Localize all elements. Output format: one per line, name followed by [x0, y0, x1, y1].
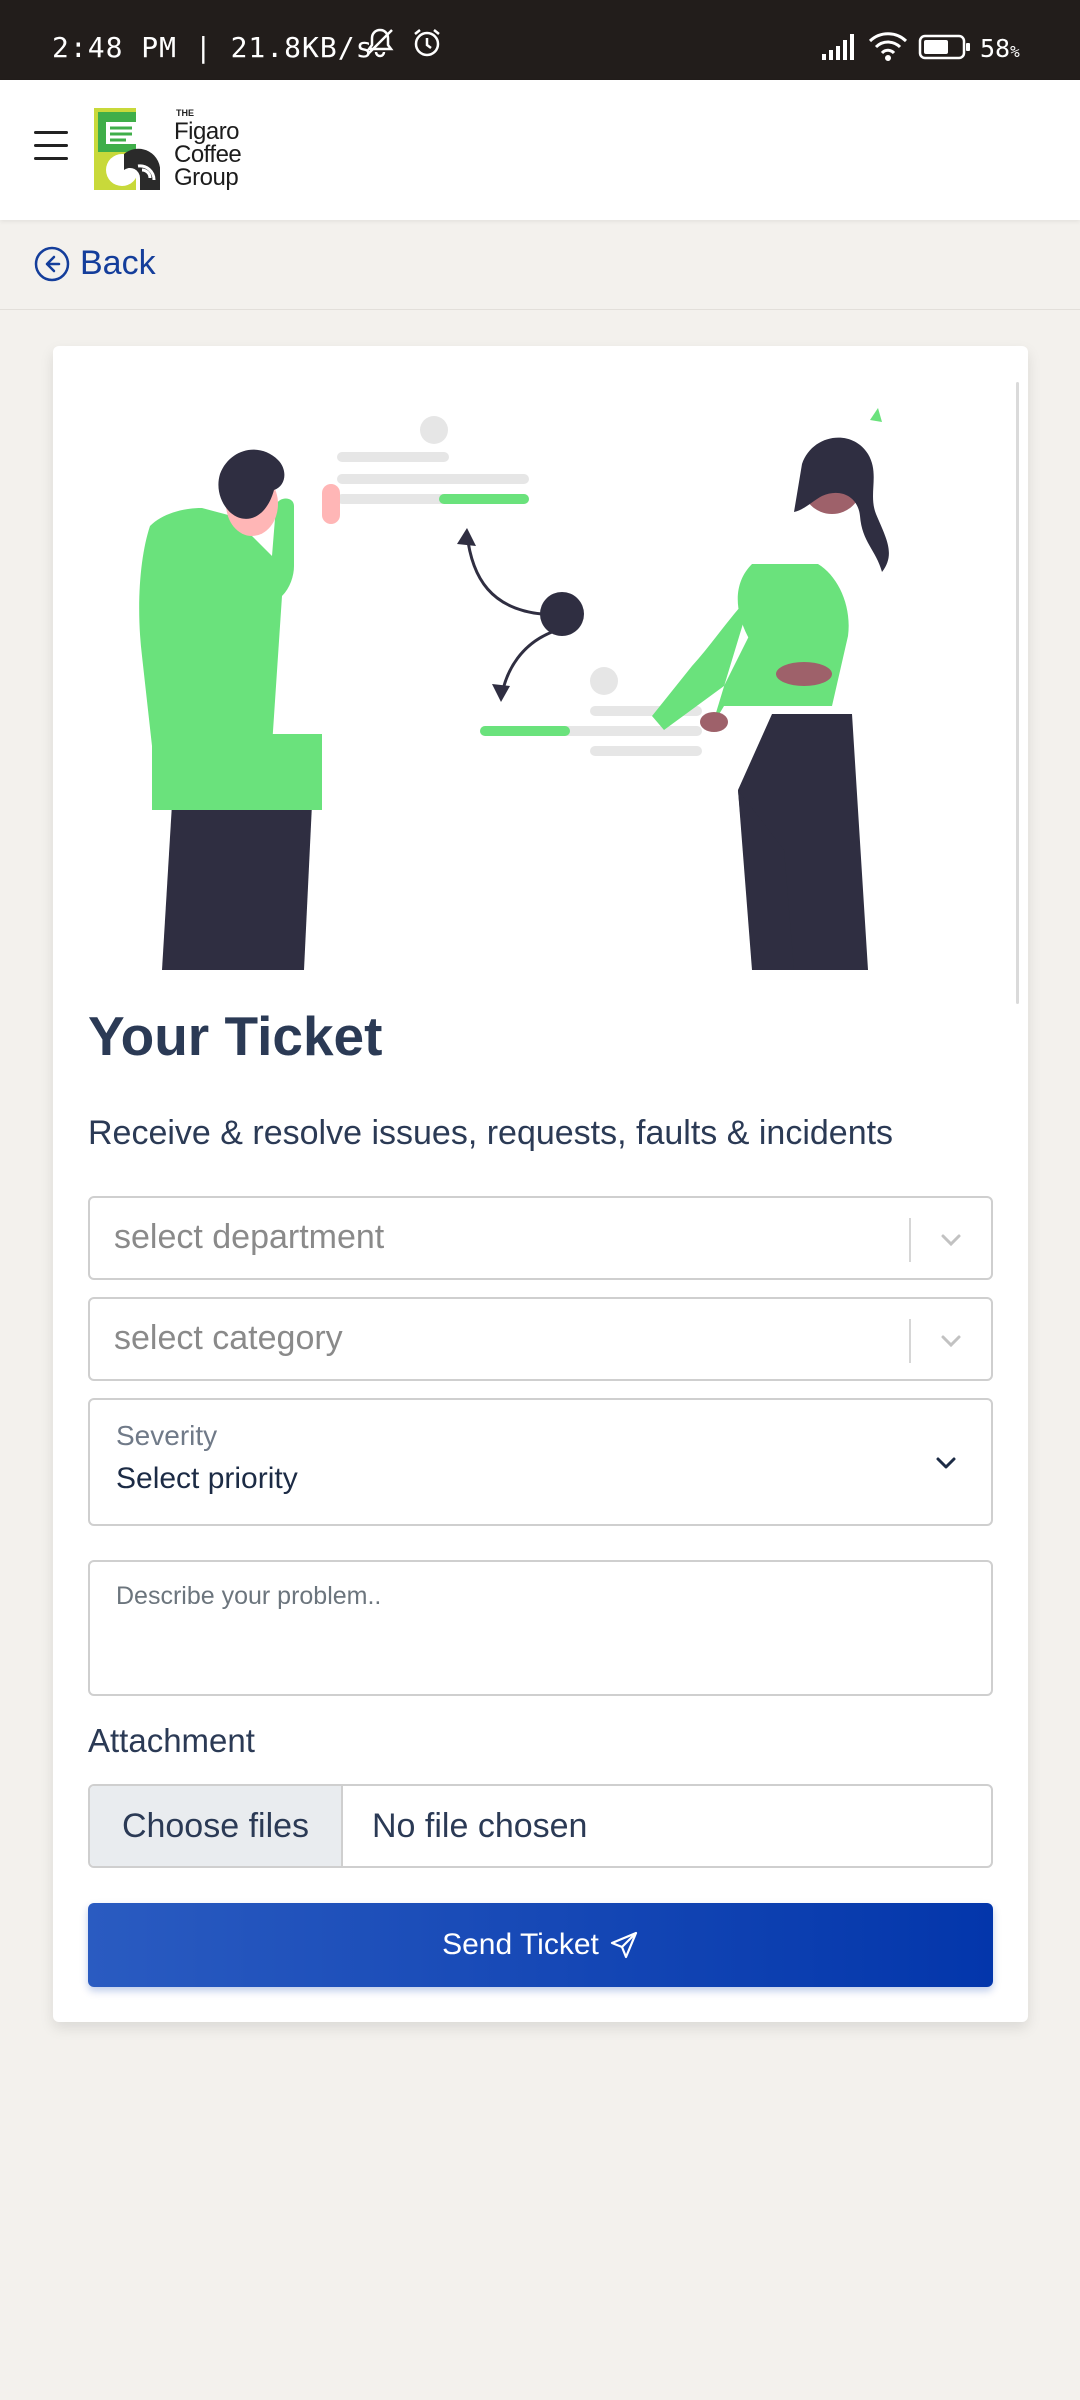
- back-bar: [0, 220, 1080, 310]
- attachment-file-input[interactable]: Choose files No file chosen: [88, 1784, 993, 1868]
- card-scrollbar[interactable]: [1016, 382, 1019, 1004]
- brand-logo[interactable]: THE Figaro Coffee Group: [94, 108, 264, 194]
- battery-percent: 58%: [980, 34, 1020, 63]
- signal-icon: [820, 32, 860, 67]
- send-ticket-label: Send Ticket: [442, 1928, 599, 1961]
- severity-value: Select priority: [116, 1462, 298, 1495]
- page-title: Your Ticket: [88, 1005, 383, 1067]
- wifi-icon: [868, 30, 908, 67]
- chevron-down-icon: [941, 1335, 961, 1348]
- choose-files-button[interactable]: Choose files: [90, 1786, 343, 1866]
- category-placeholder: select category: [114, 1319, 343, 1357]
- category-select[interactable]: select category: [88, 1297, 993, 1381]
- arrow-left-circle-icon: [34, 246, 70, 281]
- dropdown-separator: [909, 1218, 911, 1262]
- page-subtitle: Receive & resolve issues, requests, faul…: [88, 1114, 894, 1152]
- department-select[interactable]: select department: [88, 1196, 993, 1280]
- alarm-icon: [410, 26, 444, 65]
- status-bar: 2:48 PM | 21.8KB/s 58%: [0, 0, 1080, 80]
- severity-label: Severity: [116, 1420, 218, 1451]
- dropdown-separator: [909, 1319, 911, 1363]
- attachment-label: Attachment: [88, 1722, 255, 1759]
- brand-line-3: Group: [174, 164, 239, 191]
- severity-select[interactable]: Severity Select priority: [88, 1398, 993, 1526]
- back-button[interactable]: Back: [34, 244, 156, 283]
- problem-description-field[interactable]: [88, 1560, 993, 1696]
- chevron-down-icon: [941, 1234, 961, 1247]
- send-ticket-button[interactable]: Send Ticket: [88, 1903, 993, 1987]
- back-label: Back: [80, 244, 156, 282]
- brand-line-1: Figaro: [174, 118, 240, 145]
- ticket-illustration: [139, 408, 889, 970]
- paper-plane-icon: [610, 1931, 637, 1959]
- brand-the: THE: [176, 108, 194, 118]
- battery-percent-value: 58: [980, 34, 1011, 63]
- battery-icon: [918, 34, 972, 65]
- hamburger-icon[interactable]: [34, 131, 70, 161]
- brand-logo-mark-icon: [94, 108, 160, 190]
- battery-percent-suffix: %: [1010, 42, 1020, 61]
- status-time: 2:48 PM | 21.8KB/s: [52, 31, 374, 64]
- file-status: No file chosen: [372, 1807, 588, 1845]
- department-placeholder: select department: [114, 1218, 385, 1256]
- chevron-down-icon: [936, 1457, 956, 1469]
- brand-line-2: Coffee: [174, 141, 242, 168]
- mute-notification-icon: [362, 26, 398, 63]
